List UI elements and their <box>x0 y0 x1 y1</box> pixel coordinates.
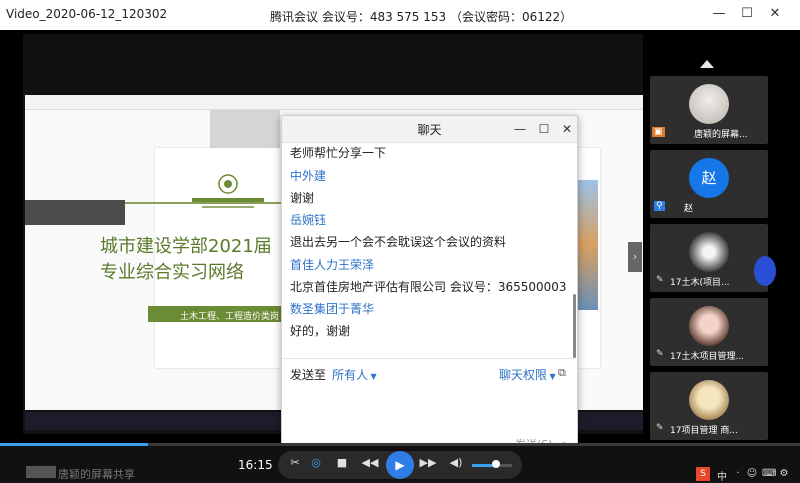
chat-title: 聊天 <box>417 123 442 137</box>
screenshot-icon[interactable]: ⧉ <box>558 366 566 380</box>
maximize-button[interactable]: ☐ <box>736 4 758 24</box>
punctuation-icon[interactable]: · <box>732 468 744 480</box>
chat-minimize-button[interactable]: — <box>510 119 530 139</box>
chat-message-text: 好的，谢谢 <box>290 324 351 338</box>
chat-message-sender: 首佳人力王荣泽 <box>290 258 375 272</box>
scissors-icon[interactable]: ✂ <box>285 456 305 469</box>
chevron-down-icon: ▼ <box>368 372 377 381</box>
loop-icon[interactable]: ◎ <box>306 456 326 469</box>
participant-tile[interactable]: ✎ 17土木(项目... <box>650 224 768 292</box>
slide-green-bar: 土木工程、工程造价类岗 <box>148 306 283 322</box>
chat-permission-label: 聊天权限 <box>499 368 548 382</box>
participant-tile[interactable]: 赵 ⚲ 赵 <box>650 150 768 218</box>
emoji-icon[interactable]: ☺ <box>746 468 758 480</box>
chat-divider <box>282 358 577 359</box>
user-icon: ⚲ <box>654 201 665 211</box>
participant-tile[interactable]: ✎ 17土木项目管理... <box>650 298 768 366</box>
participant-name: 17土木(项目... <box>670 278 730 288</box>
send-to-dropdown[interactable]: 所有人 ▼ <box>332 366 377 383</box>
stop-icon[interactable]: ■ <box>332 456 352 469</box>
rewind-icon[interactable]: ◀◀ <box>360 456 380 469</box>
chevron-up-icon[interactable] <box>700 60 714 68</box>
player-title: Video_2020-06-12_120302 <box>6 7 168 21</box>
playback-time: 16:15 <box>238 458 273 472</box>
avatar: 赵 <box>689 158 729 198</box>
player-titlebar: Video_2020-06-12_120302 腾讯会议 会议号：483 575… <box>0 0 800 30</box>
volume-slider-knob[interactable] <box>492 460 500 468</box>
speaker-caption: 唐颖的屏幕共享 <box>58 468 135 481</box>
inner-app-toolbar <box>25 95 643 110</box>
volume-icon[interactable]: ◀) <box>446 456 466 469</box>
chat-message-sender: 数圣集团于菁华 <box>290 302 375 316</box>
chat-message-text: 谢谢 <box>290 191 315 205</box>
chat-message-text: 退出去另一个会不会耽误这个会议的资料 <box>290 235 507 249</box>
avatar <box>689 84 729 124</box>
slide-green-bar-text: 土木工程、工程造价类岗 <box>180 312 280 322</box>
send-to-value: 所有人 <box>332 368 369 382</box>
chat-message-text: 北京首佳房地产评估有限公司 会议号：365500003 <box>290 280 567 294</box>
settings-icon[interactable]: ⚙ <box>778 468 790 480</box>
chat-message-sender: 中外建 <box>290 169 327 183</box>
chat-scrollbar[interactable] <box>573 294 576 358</box>
mic-muted-icon: ✎ <box>656 423 664 433</box>
chat-message-sender: 岳婉钰 <box>290 213 327 227</box>
avatar <box>689 380 729 420</box>
send-to-label: 发送至 <box>290 368 327 382</box>
active-speaker-indicator <box>754 256 776 286</box>
slide-gray-block <box>210 110 280 150</box>
slide-dark-band <box>25 200 125 225</box>
mic-muted-icon: ✎ <box>656 275 664 285</box>
play-button[interactable]: ▶ <box>386 451 414 479</box>
slide-title-line1: 城市建设学部2021届 <box>100 236 272 257</box>
participant-name: 17土木项目管理... <box>670 352 745 362</box>
keyboard-icon[interactable]: ⌨ <box>762 468 776 480</box>
minimize-button[interactable]: — <box>708 4 730 24</box>
chat-permission-dropdown[interactable]: 聊天权限 ▼ <box>499 366 556 383</box>
chat-header: 聊天 — ☐ ✕ <box>282 116 577 143</box>
participant-tile[interactable]: ▣ 唐颖的屏幕... <box>650 76 768 144</box>
mic-muted-icon: ✎ <box>656 349 664 359</box>
chat-close-button[interactable]: ✕ <box>557 119 577 139</box>
meeting-info: 腾讯会议 会议号：483 575 153 （会议密码：06122） <box>270 10 573 24</box>
participant-name: 17项目管理 商... <box>670 426 738 436</box>
chat-window: 聊天 — ☐ ✕ 老师帮忙分享一下 中外建 谢谢 岳婉钰 退出去另一个会不会耽误… <box>281 115 578 452</box>
participant-tile[interactable]: ✎ 17项目管理 商... <box>650 372 768 440</box>
close-button[interactable]: ✕ <box>764 4 786 24</box>
university-logo-icon <box>192 174 264 208</box>
ime-icon[interactable]: S <box>696 467 710 481</box>
avatar <box>689 306 729 346</box>
participant-name: 唐颖的屏幕... <box>694 130 748 140</box>
screen-share-icon: ▣ <box>652 127 665 137</box>
slide-title-line2: 专业综合实习网络 <box>100 262 244 283</box>
fast-forward-icon[interactable]: ▶▶ <box>418 456 438 469</box>
chevron-down-icon: ▼ <box>547 372 556 381</box>
speaker-icons <box>26 466 56 478</box>
slide-photo <box>578 180 598 310</box>
ime-mode-icon[interactable]: 中 <box>716 468 728 483</box>
avatar <box>689 232 729 272</box>
chat-message-text: 老师帮忙分享一下 <box>290 146 387 160</box>
chevron-right-icon[interactable]: › <box>628 242 642 272</box>
chat-maximize-button[interactable]: ☐ <box>534 119 554 139</box>
participant-name: 赵 <box>684 204 694 214</box>
